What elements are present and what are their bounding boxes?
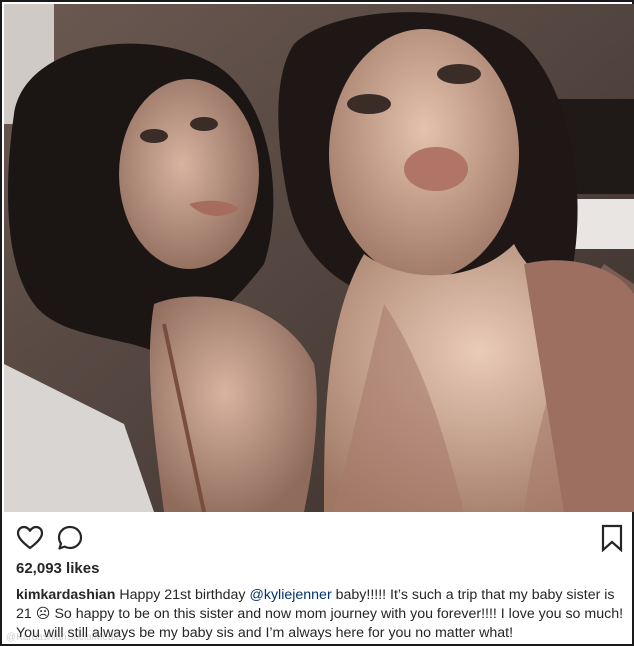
comment-icon[interactable]: [56, 524, 84, 552]
post-photo[interactable]: [4, 4, 634, 512]
instagram-post-card: 62,093 likes kimkardashian Happy 21st bi…: [0, 0, 634, 646]
heart-icon[interactable]: [16, 524, 44, 552]
selfie-image: [4, 4, 634, 512]
watermark: @KardashianSocialMedia: [6, 632, 122, 643]
post-action-bar: [16, 524, 623, 554]
bookmark-icon[interactable]: [598, 524, 623, 552]
caption-username[interactable]: kimkardashian: [16, 587, 115, 603]
caption-text-part1: Happy 21st birthday: [115, 587, 250, 603]
caption-mention[interactable]: @kyliejenner: [249, 587, 331, 603]
likes-count[interactable]: 62,093 likes: [16, 560, 99, 577]
